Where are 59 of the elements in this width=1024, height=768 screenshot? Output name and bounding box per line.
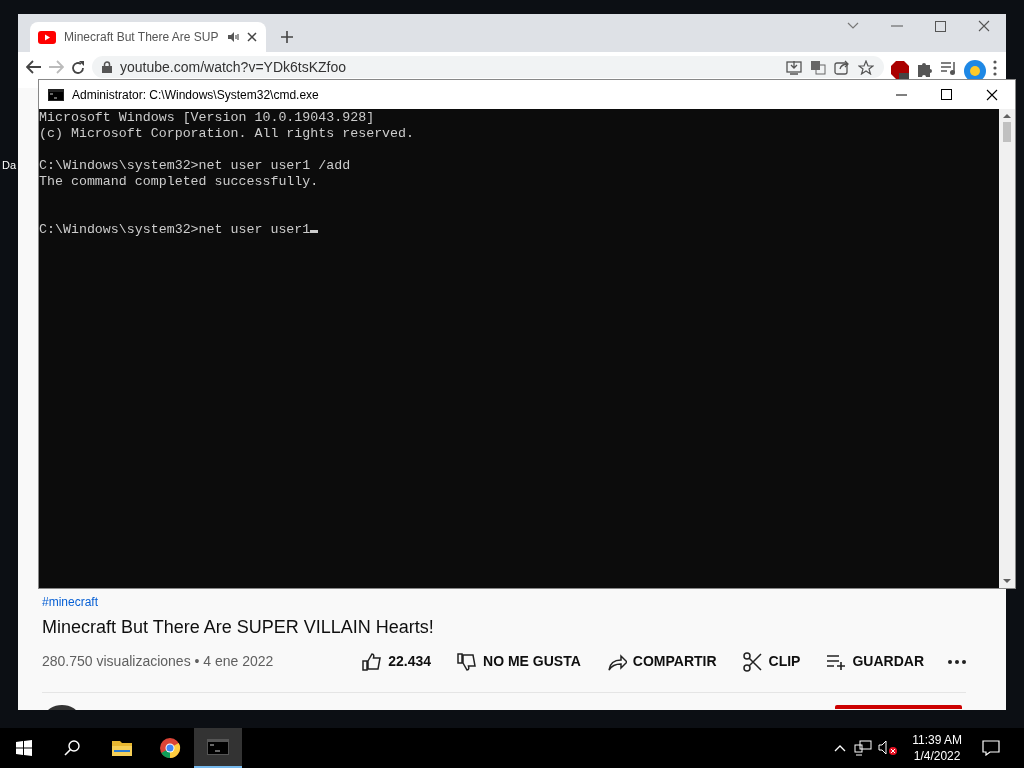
console-icon xyxy=(48,88,64,101)
more-menu-icon[interactable] xyxy=(992,60,998,76)
maximize-icon[interactable] xyxy=(941,89,952,100)
new-tab-icon[interactable] xyxy=(280,30,294,44)
console-line: (c) Microsoft Corporation. All rights reserved. xyxy=(39,126,416,142)
reload-icon[interactable] xyxy=(70,60,86,76)
close-icon[interactable] xyxy=(986,88,998,101)
star-icon[interactable] xyxy=(858,59,874,75)
console-line: C:\Windows\system32>net user user1 /add xyxy=(39,158,352,174)
save-button[interactable]: GUARDAR xyxy=(824,651,926,672)
url-text: youtube.com/watch?v=YDk6tsKZfoo xyxy=(120,57,348,77)
dislike-icon xyxy=(457,651,478,672)
hashtag-link[interactable]: #minecraft xyxy=(42,593,1006,611)
console-line: C:\Windows\system32>net user user1 xyxy=(39,222,311,237)
console-line: Microsoft Windows [Version 10.0.19043.928] xyxy=(39,110,376,126)
scroll-down-icon xyxy=(1003,579,1011,584)
translate-icon[interactable] xyxy=(810,59,826,75)
desktop-icon-label: Da xyxy=(2,158,17,173)
tab-title: Minecraft But There Are SUP xyxy=(64,29,219,46)
clock-time: 11:39 AM xyxy=(912,732,962,748)
search-icon xyxy=(64,740,80,756)
window-title: Administrator: C:\Windows\System32\cmd.exe xyxy=(72,86,320,104)
lock-icon xyxy=(102,61,112,73)
chevron-up-icon[interactable] xyxy=(834,744,847,752)
scroll-up-icon xyxy=(1003,113,1011,118)
like-button[interactable]: 22.434 xyxy=(360,651,434,672)
network-icon[interactable] xyxy=(854,740,873,756)
system-clock[interactable]: 11:39 AM 1/4/2022 xyxy=(904,732,970,764)
video-meta: 280.750 visualizaciones • 4 ene 2022 xyxy=(42,652,274,671)
share-arrow-icon xyxy=(606,651,627,672)
close-icon[interactable] xyxy=(246,32,257,42)
scrollbar[interactable] xyxy=(999,109,1015,588)
volume-muted-icon[interactable] xyxy=(878,740,899,756)
youtube-icon xyxy=(38,30,56,44)
console-line: The command completed successfully. xyxy=(39,174,320,190)
minimize-icon[interactable] xyxy=(896,93,907,96)
download-icon[interactable] xyxy=(786,59,802,75)
chevron-down-icon[interactable] xyxy=(847,22,859,30)
console-icon xyxy=(207,736,229,758)
notifications-icon[interactable] xyxy=(982,740,1000,756)
browser-tab[interactable]: Minecraft But There Are SUP xyxy=(30,22,266,52)
extension-icon[interactable] xyxy=(890,60,910,80)
video-title: Minecraft But There Are SUPER VILLAIN Hearts! xyxy=(42,616,435,639)
address-bar[interactable]: youtube.com/watch?v=YDk6tsKZfoo xyxy=(92,56,884,78)
like-icon xyxy=(362,651,383,672)
scissors-icon xyxy=(742,651,763,672)
puzzle-icon[interactable] xyxy=(916,60,934,78)
share-button[interactable]: COMPARTIR xyxy=(604,651,719,672)
clock-date: 1/4/2022 xyxy=(912,748,962,764)
scroll-thumb[interactable] xyxy=(1003,122,1011,142)
media-queue-icon[interactable] xyxy=(940,60,958,76)
dislike-button[interactable]: NO ME GUSTA xyxy=(455,651,583,672)
share-icon[interactable] xyxy=(834,59,850,75)
chrome-icon xyxy=(159,737,181,759)
taskbar-app[interactable] xyxy=(194,728,242,768)
windows-icon xyxy=(16,740,32,756)
back-arrow-icon[interactable] xyxy=(26,60,42,74)
clip-button[interactable]: CLIP xyxy=(740,651,803,672)
more-icon[interactable] xyxy=(948,659,966,664)
